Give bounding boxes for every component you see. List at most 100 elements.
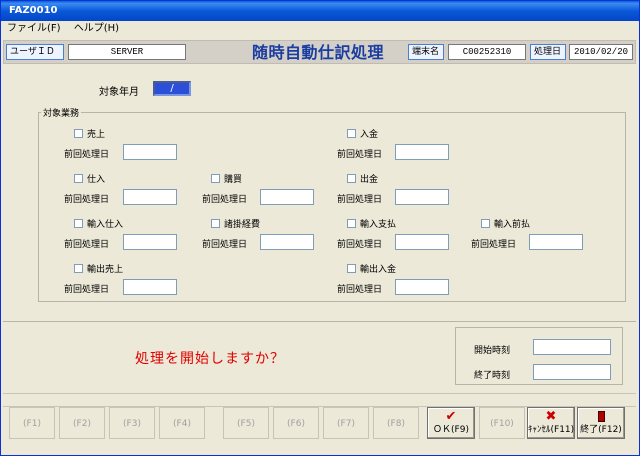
- f3-button[interactable]: (F3): [109, 407, 155, 439]
- end-time-field: [533, 364, 611, 380]
- checkbox-icon[interactable]: [74, 219, 83, 228]
- prev-date-label: 前回処理日: [337, 240, 383, 250]
- time-box: 開始時刻 終了時刻: [455, 327, 623, 385]
- checkbox-label: 出金: [360, 175, 379, 185]
- checkbox-purchase[interactable]: 仕入: [74, 172, 105, 185]
- prev-date-label: 前回処理日: [202, 240, 248, 250]
- checkbox-label: 入金: [360, 130, 379, 140]
- f5-button[interactable]: (F5): [223, 407, 269, 439]
- f2-button[interactable]: (F2): [59, 407, 105, 439]
- checkbox-import-payment[interactable]: 輸入支払: [347, 217, 396, 230]
- f1-label: (F1): [23, 419, 41, 429]
- prev-date-label: 前回処理日: [64, 240, 110, 250]
- cancel-button[interactable]: ✖ ｷｬﾝｾﾙ(F11): [527, 407, 575, 439]
- terminal-field: C00252310: [448, 44, 526, 60]
- checkbox-label: 仕入: [87, 175, 106, 185]
- prev-date-sales-field[interactable]: [123, 144, 177, 160]
- checkbox-icon[interactable]: [74, 174, 83, 183]
- checkbox-import-prepayment[interactable]: 輸入前払: [481, 217, 530, 230]
- f3-label: (F3): [123, 419, 141, 429]
- ok-label: ＯＫ(F9): [433, 425, 469, 435]
- target-month-label: 対象年月: [99, 87, 139, 98]
- cancel-label: ｷｬﾝｾﾙ(F11): [528, 425, 575, 435]
- prev-date-export-sales-field[interactable]: [123, 279, 177, 295]
- prev-date-payment-field[interactable]: [395, 189, 449, 205]
- f7-button[interactable]: (F7): [323, 407, 369, 439]
- checkbox-icon[interactable]: [347, 219, 356, 228]
- menu-file[interactable]: ファイル(F): [1, 21, 65, 37]
- prev-date-import-payment-field[interactable]: [395, 234, 449, 250]
- checkbox-import-purchase[interactable]: 輸入仕入: [74, 217, 123, 230]
- prev-date-label: 前回処理日: [337, 195, 383, 205]
- end-time-label: 終了時刻: [474, 371, 511, 381]
- checkbox-label: 輸入仕入: [87, 220, 124, 230]
- checkbox-icon[interactable]: [74, 264, 83, 273]
- header-bar: ユーザＩＤ SERVER 随時自動仕訳処理 端末名 C00252310 処理日 …: [3, 40, 636, 64]
- exit-label: 終了(F12): [580, 425, 622, 435]
- prev-date-label: 前回処理日: [202, 195, 248, 205]
- checkmark-icon: ✔: [445, 409, 457, 424]
- f8-button[interactable]: (F8): [373, 407, 419, 439]
- f10-button[interactable]: (F10): [479, 407, 525, 439]
- prev-date-import-purchase-field[interactable]: [123, 234, 177, 250]
- work-group-box: 対象業務 売上 前回処理日 入金 前回処理日 仕入 前回処理日 購買 前回処理日…: [38, 106, 626, 302]
- work-group-title: 対象業務: [41, 106, 82, 119]
- prev-date-misc-expenses-field[interactable]: [260, 234, 314, 250]
- checkbox-icon[interactable]: [211, 219, 220, 228]
- checkbox-icon[interactable]: [211, 174, 220, 183]
- process-date-field: 2010/02/20: [569, 44, 633, 60]
- prev-date-export-receipt-field[interactable]: [395, 279, 449, 295]
- prev-date-label: 前回処理日: [337, 150, 383, 160]
- checkbox-procurement[interactable]: 購買: [211, 172, 242, 185]
- checkbox-label: 輸入支払: [360, 220, 397, 230]
- confirm-message: 処理を開始しますか？: [135, 351, 285, 367]
- prev-date-label: 前回処理日: [64, 150, 110, 160]
- user-id-field: SERVER: [68, 44, 186, 60]
- exit-button[interactable]: 終了(F12): [577, 407, 625, 439]
- main-panel: 対象年月 / 対象業務 売上 前回処理日 入金 前回処理日 仕入 前回処理日 購…: [3, 64, 636, 319]
- start-time-label: 開始時刻: [474, 346, 511, 356]
- f4-label: (F4): [173, 419, 191, 429]
- start-time-field: [533, 339, 611, 355]
- checkbox-label: 諸掛経費: [224, 220, 261, 230]
- function-key-bar: (F1) (F2) (F3) (F4) (F5) (F6) (F7) (F8) …: [9, 407, 629, 441]
- checkbox-icon[interactable]: [481, 219, 490, 228]
- f6-button[interactable]: (F6): [273, 407, 319, 439]
- checkbox-icon[interactable]: [347, 129, 356, 138]
- checkbox-label: 輸出入金: [360, 265, 397, 275]
- title-bar: FAZ0010: [1, 1, 639, 21]
- checkbox-export-receipt[interactable]: 輸出入金: [347, 262, 396, 275]
- f8-label: (F8): [387, 419, 405, 429]
- checkbox-label: 輸出売上: [87, 265, 124, 275]
- menu-help[interactable]: ヘルプ(H): [68, 21, 123, 37]
- prev-date-label: 前回処理日: [64, 195, 110, 205]
- prev-date-receipt-field[interactable]: [395, 144, 449, 160]
- prev-date-label: 前回処理日: [337, 285, 383, 295]
- checkbox-receipt[interactable]: 入金: [347, 127, 378, 140]
- page-title: 随時自動仕訳処理: [252, 43, 385, 62]
- checkbox-export-sales[interactable]: 輸出売上: [74, 262, 123, 275]
- prev-date-purchase-field[interactable]: [123, 189, 177, 205]
- f6-label: (F6): [287, 419, 305, 429]
- prev-date-label: 前回処理日: [64, 285, 110, 295]
- checkbox-icon[interactable]: [347, 264, 356, 273]
- prev-date-procurement-field[interactable]: [260, 189, 314, 205]
- checkbox-icon[interactable]: [347, 174, 356, 183]
- checkbox-label: 売上: [87, 130, 106, 140]
- ok-button[interactable]: ✔ ＯＫ(F9): [427, 407, 475, 439]
- checkbox-icon[interactable]: [74, 129, 83, 138]
- user-id-label: ユーザＩＤ: [6, 44, 64, 60]
- f4-button[interactable]: (F4): [159, 407, 205, 439]
- target-month-field[interactable]: /: [153, 81, 191, 96]
- checkbox-payment[interactable]: 出金: [347, 172, 378, 185]
- status-bar: [3, 393, 636, 407]
- terminal-label: 端末名: [408, 44, 444, 60]
- prev-date-import-prepayment-field[interactable]: [529, 234, 583, 250]
- f1-button[interactable]: (F1): [9, 407, 55, 439]
- f5-label: (F5): [237, 419, 255, 429]
- checkbox-misc-expenses[interactable]: 諸掛経費: [211, 217, 260, 230]
- checkbox-sales[interactable]: 売上: [74, 127, 105, 140]
- f2-label: (F2): [73, 419, 91, 429]
- checkbox-label: 輸入前払: [494, 220, 531, 230]
- message-panel: 処理を開始しますか？ 開始時刻 終了時刻: [3, 321, 636, 387]
